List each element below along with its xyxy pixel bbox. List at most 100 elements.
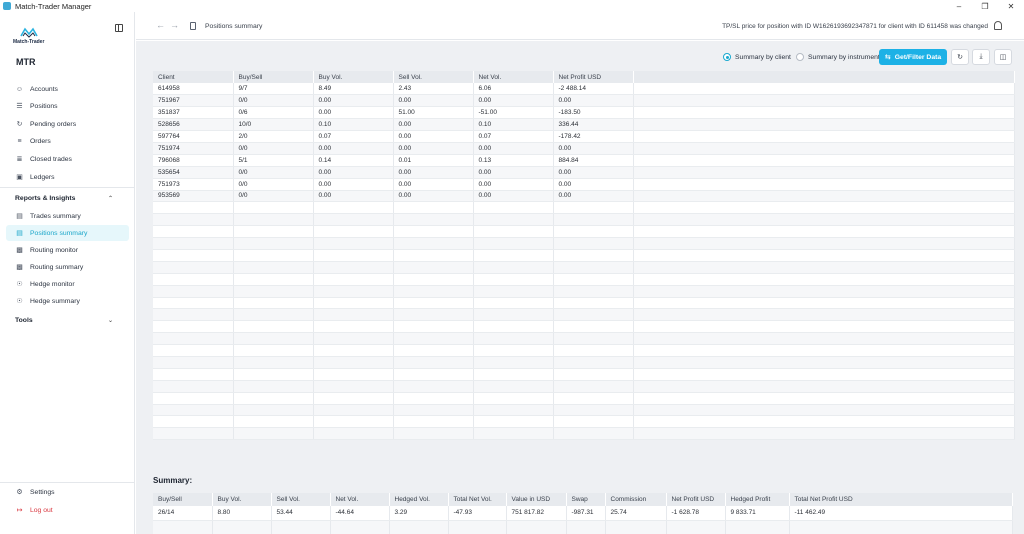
table-cell — [553, 332, 634, 346]
table-cell — [553, 344, 634, 357]
table-cell — [393, 201, 474, 215]
table-cell — [313, 213, 394, 227]
sidebar-item-orders[interactable]: ≡ Orders — [6, 133, 129, 149]
summary-empty-cell — [566, 520, 606, 534]
column-header[interactable]: Sell Vol. — [393, 71, 474, 83]
column-header[interactable]: Client — [153, 71, 234, 83]
close-button[interactable]: ✕ — [998, 0, 1024, 12]
sidebar-item-ledgers[interactable]: ▣ Ledgers — [6, 169, 129, 185]
column-header[interactable]: Net Vol. — [473, 71, 554, 83]
table-cell — [313, 225, 394, 239]
table-cell — [393, 427, 474, 441]
radio-summary-by-instrument[interactable]: Summary by instrument — [796, 53, 880, 61]
radio-summary-by-client[interactable]: Summary by client — [723, 53, 791, 61]
sidebar-item-hedge-summary[interactable]: ☉ Hedge summary — [6, 293, 129, 309]
table-cell: 0/0 — [233, 142, 314, 155]
table-cell — [393, 344, 474, 357]
radio-label: Summary by instrument — [808, 53, 880, 61]
table-cell — [553, 201, 634, 215]
column-header[interactable]: Net Profit USD — [553, 71, 634, 83]
summary-table: Buy/Sell Buy Vol. Sell Vol. Net Vol. Hedged … — [153, 493, 1013, 534]
table-row[interactable]: 751973 0/0 0.00 0.00 0.00 0.00 — [153, 178, 1015, 191]
summary-empty-row — [153, 520, 1013, 534]
button-label: Get/Filter Data — [894, 53, 942, 61]
sidebar-item-routing-monitor[interactable]: ▩ Routing monitor — [6, 242, 129, 258]
collapse-sidebar-icon[interactable] — [115, 24, 123, 32]
sidebar-item-closed-trades[interactable]: ≣ Closed trades — [6, 151, 129, 167]
table-cell: -178.42 — [553, 130, 634, 143]
table-row[interactable]: 351837 0/6 0.00 51.00 -51.00 -183.50 — [153, 106, 1015, 120]
table-cell: 597764 — [153, 130, 234, 143]
summary-cell: -11 462.49 — [789, 506, 1013, 521]
table-cell: 5/1 — [233, 154, 314, 167]
sidebar-item-accounts[interactable]: ☺ Accounts — [6, 81, 129, 97]
table-cell: 0.10 — [313, 118, 394, 132]
table-cell — [633, 392, 1015, 405]
sidebar-item-label: Hedge summary — [30, 297, 80, 305]
radio-selected-icon — [723, 53, 731, 61]
table-row[interactable]: 953569 0/0 0.00 0.00 0.00 0.00 — [153, 190, 1015, 203]
sidebar-item-routing-summary[interactable]: ▩ Routing summary — [6, 259, 129, 275]
summary-cell: 8.80 — [212, 506, 272, 521]
columns-button[interactable]: ◫ — [994, 49, 1012, 65]
back-arrow-icon[interactable]: ← — [156, 20, 165, 30]
gear-icon: ⚙ — [16, 489, 23, 496]
table-cell: 8.49 — [313, 83, 394, 96]
forward-arrow-icon[interactable]: → — [170, 20, 179, 30]
column-header[interactable]: Buy Vol. — [313, 71, 394, 83]
get-filter-data-button[interactable]: ⇆ Get/Filter Data — [879, 49, 947, 65]
table-row[interactable]: 796068 5/1 0.14 0.01 0.13 884.84 — [153, 154, 1015, 167]
sidebar-item-logout[interactable]: ↦ Log out — [6, 502, 129, 518]
table-cell — [233, 332, 314, 346]
summary-empty-cell — [666, 520, 726, 534]
sidebar-item-positions-summary[interactable]: ▤ Positions summary — [6, 225, 129, 241]
summary-cell: 53.44 — [271, 506, 331, 521]
closed-trades-icon: ≣ — [16, 156, 23, 163]
table-cell — [153, 392, 234, 405]
table-cell — [473, 201, 554, 215]
sidebar-item-settings[interactable]: ⚙ Settings — [6, 484, 129, 500]
table-cell — [393, 368, 474, 381]
table-cell — [633, 320, 1015, 334]
table-row[interactable]: 535654 0/0 0.00 0.00 0.00 0.00 — [153, 166, 1015, 179]
table-cell — [633, 225, 1015, 239]
sidebar-item-pending-orders[interactable]: ↻ Pending orders — [6, 116, 129, 132]
table-cell — [233, 320, 314, 334]
bell-icon[interactable] — [994, 21, 1002, 30]
tools-section-header[interactable]: Tools ⌄ — [6, 312, 129, 328]
table-cell: 0.00 — [553, 142, 634, 155]
table-cell: 336.44 — [553, 118, 634, 132]
table-row[interactable]: 528656 10/0 0.10 0.00 0.10 336.44 — [153, 118, 1015, 132]
sidebar-item-hedge-monitor[interactable]: ☉ Hedge monitor — [6, 276, 129, 292]
table-row[interactable]: 751967 0/0 0.00 0.00 0.00 0.00 — [153, 94, 1015, 108]
reports-section-header[interactable]: Reports & Insights ⌃ — [6, 190, 129, 206]
table-cell: 0/6 — [233, 106, 314, 120]
table-cell — [233, 297, 314, 310]
refresh-button[interactable]: ↻ — [951, 49, 969, 65]
table-cell — [553, 225, 634, 239]
sidebar-item-trades-summary[interactable]: ▤ Trades summary — [6, 208, 129, 224]
table-cell — [313, 427, 394, 441]
minimize-button[interactable]: – — [946, 0, 972, 12]
table-cell — [153, 380, 234, 393]
column-header[interactable]: Buy/Sell — [233, 71, 314, 83]
table-cell: 2.43 — [393, 83, 474, 96]
restore-button[interactable]: ❐ — [972, 0, 998, 12]
routing-monitor-icon: ▩ — [16, 247, 23, 254]
table-row[interactable]: 597764 2/0 0.07 0.00 0.07 -178.42 — [153, 130, 1015, 143]
table-empty-row — [153, 249, 1015, 262]
table-cell: 0.00 — [553, 190, 634, 203]
table-cell — [233, 344, 314, 357]
table-cell: 0.01 — [393, 154, 474, 167]
table-row[interactable]: 751974 0/0 0.00 0.00 0.00 0.00 — [153, 142, 1015, 155]
summary-column-header: Net Vol. — [330, 493, 390, 506]
summary-cell: -1 628.78 — [666, 506, 726, 521]
table-row[interactable]: 614958 9/7 8.49 2.43 6.06 -2 488.14 — [153, 83, 1015, 96]
table-cell: 0.00 — [393, 190, 474, 203]
table-cell: -183.50 — [553, 106, 634, 120]
table-cell — [473, 297, 554, 310]
download-button[interactable]: ⤓ — [972, 49, 990, 65]
sidebar-item-positions[interactable]: ☰ Positions — [6, 98, 129, 114]
table-cell — [553, 213, 634, 227]
table-cell: 751973 — [153, 178, 234, 191]
